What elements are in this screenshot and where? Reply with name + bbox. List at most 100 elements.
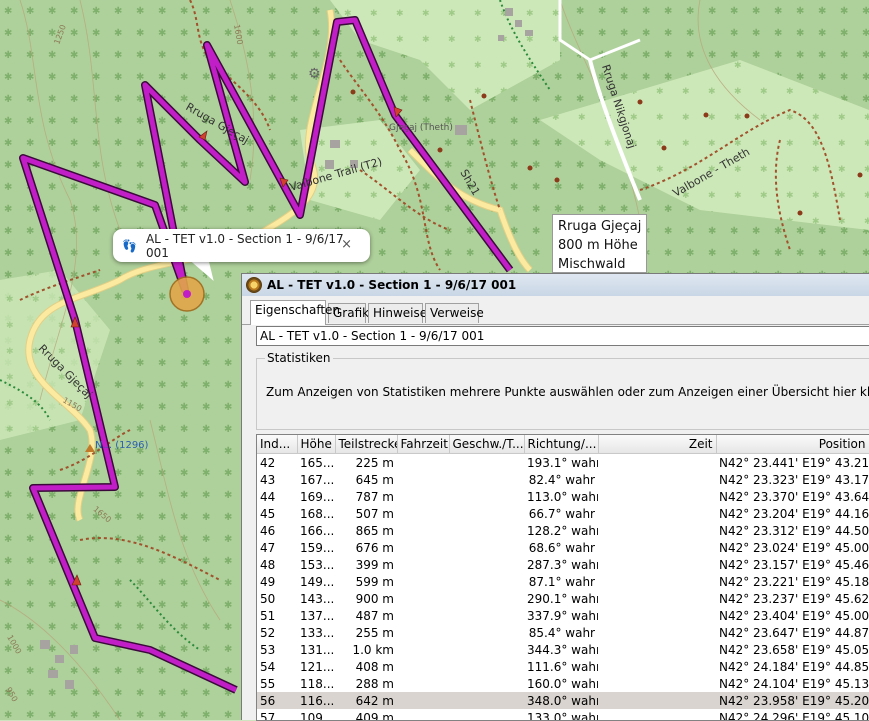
cell-position: N42° 23.157' E19° 45.463'	[719, 557, 869, 572]
cell-elevation: 149...	[300, 574, 335, 589]
table-row[interactable]: 50 143... 900 m 290.1° wahr N42° 23.237' E19…	[257, 590, 869, 607]
col-header-time[interactable]: Zeit	[598, 435, 717, 454]
col-header-position[interactable]: Position	[716, 435, 869, 454]
cell-leg-distance: 225 m	[355, 455, 394, 470]
statistics-group[interactable]: Statistiken Zum Anzeigen von Statistiken…	[256, 351, 869, 430]
cell-leg-time	[397, 607, 449, 624]
cell-position: N42° 23.024' E19° 45.004'	[719, 540, 869, 555]
tab-hinweise[interactable]: Hinweise	[368, 303, 427, 323]
cell-position: N42° 23.204' E19° 44.169'	[719, 506, 869, 521]
cell-speed	[449, 709, 524, 720]
table-row[interactable]: 43 167... 645 m 82.4° wahr N42° 23.323' E19°…	[257, 471, 869, 488]
cell-leg-distance: 645 m	[355, 472, 394, 487]
table-row[interactable]: 49 149... 599 m 87.1° wahr N42° 23.221' E19°…	[257, 573, 869, 590]
cell-course: 113.0° wahr	[527, 489, 598, 504]
table-row[interactable]: 47 159... 676 m 68.6° wahr N42° 23.024' E19°…	[257, 539, 869, 556]
cell-speed	[449, 488, 524, 505]
cell-time	[598, 556, 716, 573]
table-row[interactable]: 56 116... 642 m 348.0° wahr N42° 23.958' E19…	[257, 692, 869, 709]
cell-course: 133.0° wahr	[527, 710, 598, 721]
cell-position: N42° 23.958' E19° 45.206'	[716, 692, 869, 709]
cell-elevation: 167...	[300, 472, 335, 487]
table-row[interactable]: 53 131... 1.0 km 344.3° wahr N42° 23.658' E1…	[257, 641, 869, 658]
trackpoint-table[interactable]: Ind... Höhe Teilstrecke Fahrzeit Geschw.…	[256, 434, 869, 721]
cell-position: N42° 23.370' E19° 43.640'	[719, 489, 869, 504]
table-row[interactable]: 52 133... 255 m 85.4° wahr N42° 23.647' E19°…	[257, 624, 869, 641]
cell-position: N42° 23.237' E19° 45.622'	[719, 591, 869, 606]
cell-elevation: 116...	[297, 692, 335, 709]
cell-elevation: 165...	[300, 455, 335, 470]
cell-course: 287.3° wahr	[527, 557, 598, 572]
statistics-message[interactable]: Zum Anzeigen von Statistiken mehrere Pun…	[266, 385, 869, 399]
cell-leg-time	[397, 590, 449, 607]
cell-time	[598, 709, 716, 720]
cell-elevation: 143...	[300, 591, 335, 606]
cell-speed	[449, 607, 524, 624]
svg-text:⚙: ⚙	[308, 66, 321, 82]
tab-bar: Eigenschaften Grafik Hinweise Verweise	[242, 300, 869, 325]
cell-leg-time	[397, 573, 449, 590]
table-row[interactable]: 57 109... 409 m 133.0° wahr N42° 24.296' E19…	[257, 709, 869, 721]
cell-index: 54	[260, 659, 276, 674]
cell-leg-time	[397, 658, 449, 675]
cell-elevation: 159...	[300, 540, 335, 555]
cell-speed	[449, 505, 524, 522]
app-icon	[246, 277, 262, 293]
cell-index: 43	[260, 472, 276, 487]
cell-index: 55	[260, 676, 276, 691]
cell-leg-time	[397, 709, 449, 720]
map-label-theth: Gjeçaj (Theth)	[389, 123, 453, 133]
cell-time	[598, 624, 716, 641]
cell-time	[598, 488, 716, 505]
cell-position: N42° 23.221' E19° 45.185'	[719, 574, 869, 589]
cell-time	[598, 454, 716, 472]
cell-time	[598, 658, 716, 675]
cell-speed	[449, 471, 524, 488]
col-header-leg-time[interactable]: Fahrzeit	[397, 435, 450, 454]
col-header-elevation[interactable]: Höhe	[297, 435, 336, 454]
col-header-speed[interactable]: Geschw./T...	[449, 435, 525, 454]
cell-index: 57	[260, 710, 276, 721]
table-row[interactable]: 46 166... 865 m 128.2° wahr N42° 23.312' E19…	[257, 522, 869, 539]
col-header-leg-distance[interactable]: Teilstrecke	[335, 435, 398, 454]
waypoint-callout[interactable]: 👣 AL - TET v1.0 - Section 1 - 9/6/17 001…	[113, 229, 370, 262]
cell-leg-distance: 676 m	[355, 540, 394, 555]
poi-landcover: Mischwald	[558, 257, 626, 272]
cell-leg-distance: 1.0 km	[352, 642, 394, 657]
cell-speed	[449, 675, 524, 692]
table-row[interactable]: 44 169... 787 m 113.0° wahr N42° 23.370' E19…	[257, 488, 869, 505]
table-row[interactable]: 55 118... 288 m 160.0° wahr N42° 24.104' E19…	[257, 675, 869, 692]
cell-time	[598, 641, 716, 658]
cell-leg-time	[397, 488, 449, 505]
table-row[interactable]: 45 168... 507 m 66.7° wahr N42° 23.204' E19°…	[257, 505, 869, 522]
table-row[interactable]: 48 153... 399 m 287.3° wahr N42° 23.157' E19…	[257, 556, 869, 573]
close-icon[interactable]: ×	[341, 237, 352, 252]
table-row[interactable]: 42 165... 225 m 193.1° wahr N42° 23.441' E19…	[257, 454, 869, 472]
cell-course: 128.2° wahr	[527, 523, 598, 538]
cell-position: N42° 24.296' E19° 45.108'	[719, 710, 869, 721]
table-row[interactable]: 51 137... 487 m 337.9° wahr N42° 23.404' E19…	[257, 607, 869, 624]
cell-speed	[449, 573, 524, 590]
tab-eigenschaften[interactable]: Eigenschaften	[250, 300, 340, 325]
cell-course: 290.1° wahr	[527, 591, 598, 606]
poi-elevation: 800 m Höhe	[558, 238, 638, 253]
window-titlebar[interactable]: AL - TET v1.0 - Section 1 - 9/6/17 001	[242, 274, 869, 296]
table-row[interactable]: 54 121... 408 m 111.6° wahr N42° 24.184' E19…	[257, 658, 869, 675]
track-name-input[interactable]: AL - TET v1.0 - Section 1 - 9/6/17 001	[256, 326, 869, 346]
cell-leg-time	[397, 556, 449, 573]
cell-speed	[449, 556, 524, 573]
cell-speed	[449, 641, 524, 658]
cell-course: 337.9° wahr	[527, 608, 598, 623]
cell-speed	[449, 539, 524, 556]
track-properties-window[interactable]: AL - TET v1.0 - Section 1 - 9/6/17 001 E…	[241, 273, 869, 721]
cell-index: 47	[260, 540, 276, 555]
cell-leg-time	[397, 692, 449, 709]
col-header-course[interactable]: Richtung/...	[524, 435, 599, 454]
poi-name: Rruga Gjeçaj	[558, 219, 642, 234]
tab-verweise[interactable]: Verweise	[425, 303, 484, 323]
cell-position: N42° 23.647' E19° 44.871'	[719, 625, 869, 640]
cell-position: N42° 23.441' E19° 43.211'	[719, 455, 869, 470]
col-header-index[interactable]: Ind...	[257, 435, 298, 454]
cell-time	[598, 505, 716, 522]
cell-speed	[449, 624, 524, 641]
